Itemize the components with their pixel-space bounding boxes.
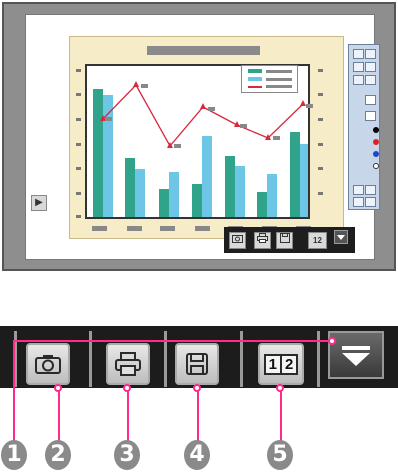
pen-tool-button[interactable] [365,95,376,105]
bar [290,132,300,217]
leader-line [197,386,199,446]
bar [135,169,145,217]
callout-1: 1 [1,440,27,470]
y-tick [76,93,81,96]
x-label-placeholder [160,226,175,231]
color-swatch-red[interactable] [373,139,379,145]
bar [235,166,245,217]
data-label-placeholder [208,107,215,111]
palette-button[interactable] [353,62,364,72]
palette-button[interactable] [365,49,376,59]
palette-button[interactable] [353,49,364,59]
save-button[interactable] [175,343,219,385]
y2-tick [318,93,323,96]
data-label-placeholder [240,124,247,128]
color-swatch-white[interactable] [373,163,379,169]
palette-button[interactable] [353,75,364,85]
callout-3: 3 [114,440,140,470]
bar [257,192,267,217]
mini-toolbar: 12 [224,227,355,253]
bar [159,189,169,217]
camera-icon[interactable] [229,232,246,249]
bar [169,172,179,217]
bar [93,89,103,217]
x-label-placeholder [127,226,142,231]
x-label-placeholder [195,226,210,231]
leader-line [13,340,15,446]
bar [225,156,235,217]
capture-button[interactable] [26,343,70,385]
data-label-placeholder [306,104,313,108]
data-label-placeholder [141,84,148,88]
leader-line [280,386,282,446]
data-label-placeholder [273,136,280,140]
print-button[interactable] [106,343,150,385]
y-tick [76,118,81,121]
leader-endpoint [54,384,62,392]
callout-4: 4 [184,440,210,470]
leader-line [58,386,60,446]
bar [202,136,212,217]
legend-label-placeholder [266,85,292,88]
legend-swatch [248,69,262,73]
legend-line-swatch [248,86,262,88]
y-tick [76,192,81,195]
floppy-disk-icon[interactable] [276,232,293,249]
two-label: 2 [285,355,294,373]
bar [192,184,202,217]
chevron-down-icon[interactable] [334,230,348,244]
y2-tick [318,192,323,195]
color-swatch-black[interactable] [373,127,379,133]
collapse-toolbar-button[interactable] [328,331,384,379]
leader-endpoint [276,384,284,392]
leader-endpoint [193,384,201,392]
palette-button[interactable] [365,62,376,72]
y2-tick [318,143,323,146]
pen-tool-button[interactable] [365,111,376,121]
camera-icon [35,355,61,374]
y-tick [76,215,81,218]
bar [267,174,277,217]
leader-line [13,340,331,342]
printer-icon[interactable] [254,232,271,249]
x-label-placeholder [92,226,107,231]
y2-tick [318,69,323,72]
legend-label-placeholder [266,78,292,81]
one-label: 1 [266,355,282,373]
callout-2: 2 [45,440,71,470]
expand-arrow-icon[interactable]: ▶ [31,195,47,211]
palette-button[interactable] [353,185,364,195]
chart-title-placeholder [147,46,260,55]
legend-swatch [248,77,262,81]
palette-button[interactable] [365,197,376,207]
chart-legend [241,65,298,93]
palette-button[interactable] [365,75,376,85]
callout-5: 5 [267,440,293,470]
y-tick [76,69,81,72]
y-tick [76,143,81,146]
leader-line [127,386,129,446]
chevron-down-icon [342,346,370,366]
bar [125,158,135,217]
bar [300,144,308,217]
leader-endpoint [123,384,131,392]
y-tick [76,167,81,170]
floppy-disk-icon [186,353,208,375]
legend-label-placeholder [266,70,292,73]
line-marker [200,103,206,109]
printer-icon [115,352,141,376]
line-marker [133,81,139,87]
palette-button[interactable] [365,185,376,195]
y2-tick [318,118,323,121]
y2-tick [318,167,323,170]
color-swatch-blue[interactable] [373,151,379,157]
one-two-icon: 1 2 [263,353,299,375]
data-label-placeholder [105,117,112,121]
leader-endpoint [328,337,336,345]
one-two-icon[interactable]: 12 [308,232,327,249]
data-label-placeholder [174,144,181,148]
drawing-tool-palette [348,44,380,210]
palette-button[interactable] [353,197,364,207]
switch-display-button[interactable]: 1 2 [258,343,304,385]
